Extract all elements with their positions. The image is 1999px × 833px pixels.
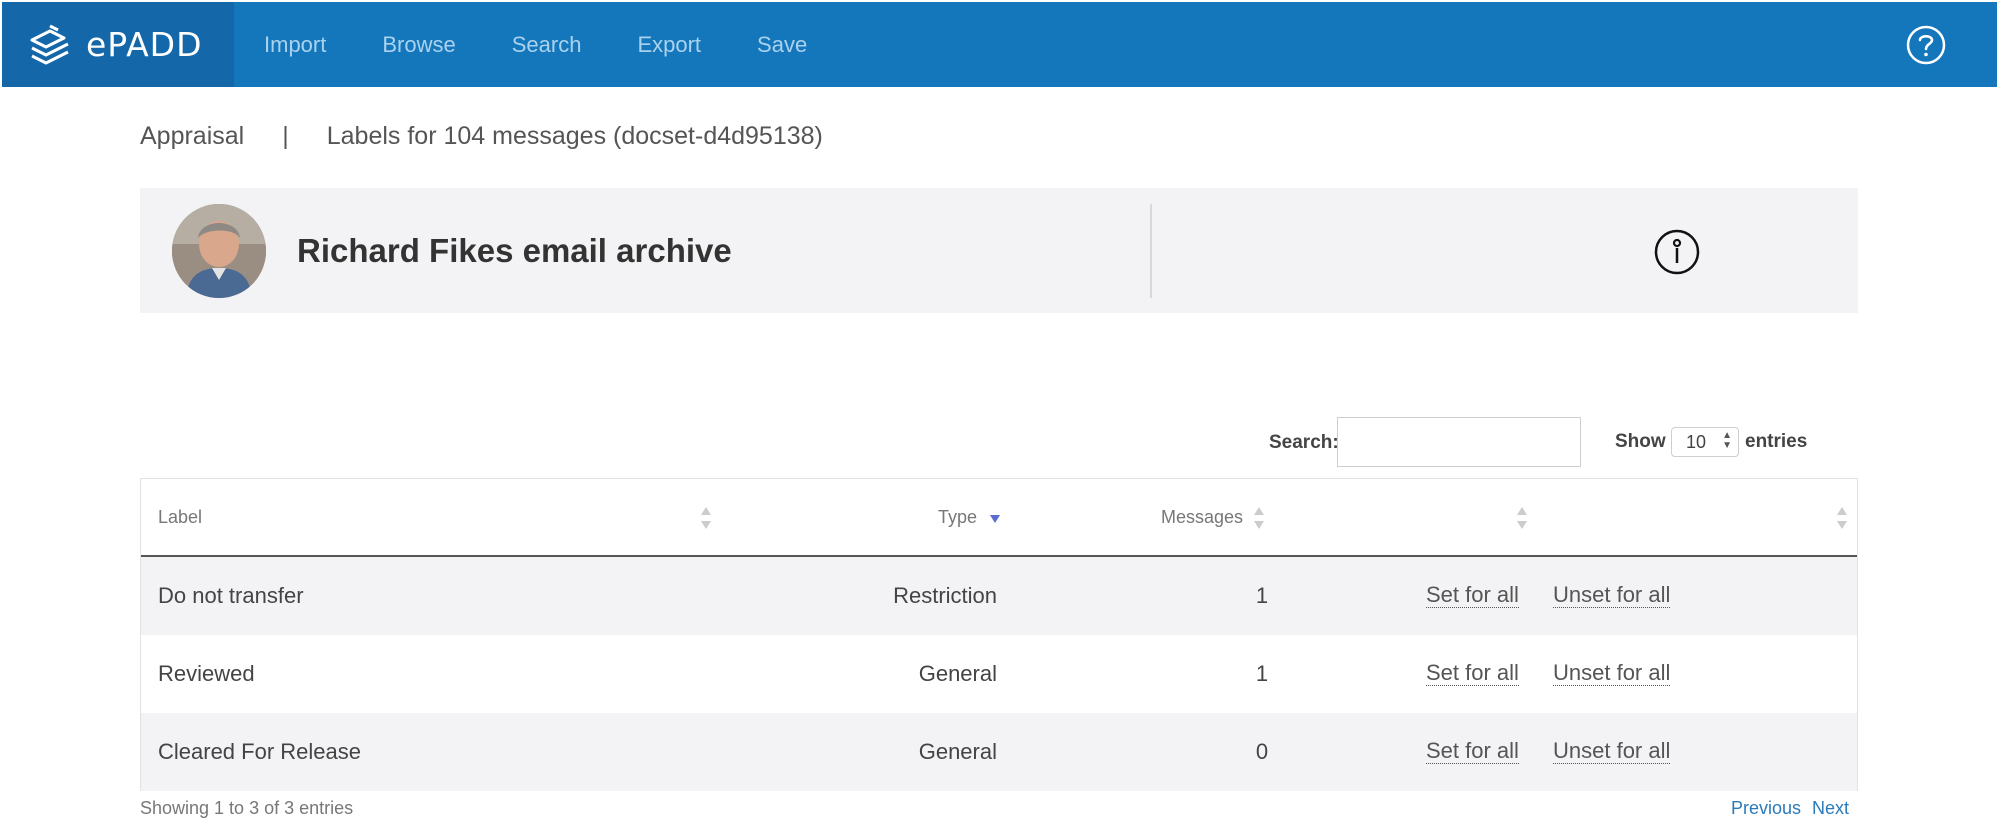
archive-title: Richard Fikes email archive — [297, 232, 732, 269]
previous-page-link[interactable]: Previous — [1731, 798, 1801, 818]
nav-save[interactable]: Save — [757, 32, 807, 58]
table-row: Do not transfer Restriction 1 Set for al… — [141, 557, 1857, 635]
main-nav: Import Browse Search Export Save — [234, 2, 833, 87]
select-arrows-icon: ▲ ▼ — [1722, 430, 1732, 451]
search-input[interactable] — [1337, 417, 1581, 467]
row-label: Cleared For Release — [158, 739, 361, 764]
page-title: Labels for 104 messages (docset-d4d95138… — [326, 122, 823, 150]
banner-divider — [1150, 204, 1152, 298]
column-header-type[interactable]: Type — [938, 507, 977, 528]
breadcrumb-section[interactable]: Appraisal — [140, 122, 244, 151]
row-label: Reviewed — [158, 661, 255, 686]
unset-for-all-link[interactable]: Unset for all — [1553, 661, 1671, 686]
archive-banner: Richard Fikes email archive — [140, 188, 1858, 313]
entries-label: entries — [1745, 431, 1808, 452]
row-label: Do not transfer — [158, 583, 304, 608]
table-row: Cleared For Release General 0 Set for al… — [141, 713, 1857, 791]
epadd-logo-icon — [30, 24, 69, 64]
column-header-label[interactable]: Label — [158, 507, 202, 528]
brand-name: ePADD — [86, 25, 203, 64]
sort-desc-icon[interactable] — [988, 513, 1002, 525]
nav-search[interactable]: Search — [512, 32, 582, 58]
show-label: Show — [1615, 431, 1666, 452]
top-navbar: ePADD Import Browse Search Export Save — [2, 2, 1997, 87]
set-for-all-link[interactable]: Set for all — [1426, 661, 1519, 686]
column-header-messages[interactable]: Messages — [1161, 507, 1243, 528]
sort-both-icon[interactable] — [1515, 505, 1529, 531]
unset-for-all-link[interactable]: Unset for all — [1553, 583, 1671, 608]
nav-browse[interactable]: Browse — [382, 32, 455, 58]
table-info: Showing 1 to 3 of 3 entries — [140, 798, 354, 818]
sort-both-icon[interactable] — [1835, 505, 1849, 531]
sort-both-icon[interactable] — [1252, 505, 1266, 531]
search-label: Search: — [1269, 432, 1339, 453]
breadcrumb: Appraisal | Labels for 104 messages (doc… — [140, 122, 823, 151]
table-row: Reviewed General 1 Set for all Unset for… — [141, 635, 1857, 713]
nav-import[interactable]: Import — [264, 32, 326, 58]
next-page-link[interactable]: Next — [1812, 798, 1849, 818]
row-messages: 1 — [1255, 661, 1269, 686]
help-circle-icon[interactable] — [1905, 24, 1947, 66]
row-type: General — [918, 661, 997, 686]
sort-both-icon[interactable] — [699, 505, 713, 531]
unset-for-all-link[interactable]: Unset for all — [1553, 739, 1671, 764]
info-circle-icon[interactable] — [1653, 228, 1701, 276]
entries-select[interactable]: 10 ▲ ▼ — [1671, 427, 1739, 457]
entries-select-value: 10 — [1686, 432, 1707, 452]
avatar — [172, 204, 266, 298]
table-header: Label Type Messages — [141, 479, 1857, 557]
row-messages: 0 — [1255, 739, 1269, 764]
set-for-all-link[interactable]: Set for all — [1426, 739, 1519, 764]
set-for-all-link[interactable]: Set for all — [1426, 583, 1519, 608]
row-type: Restriction — [893, 583, 997, 608]
row-messages: 1 — [1255, 583, 1269, 608]
row-type: General — [918, 739, 997, 764]
labels-table: Label Type Messages Do not transfer Rest… — [140, 478, 1858, 791]
brand-logo[interactable]: ePADD — [2, 2, 234, 87]
pagination: Previous Next — [1731, 798, 1849, 819]
nav-export[interactable]: Export — [637, 32, 701, 58]
breadcrumb-separator: | — [282, 122, 289, 150]
